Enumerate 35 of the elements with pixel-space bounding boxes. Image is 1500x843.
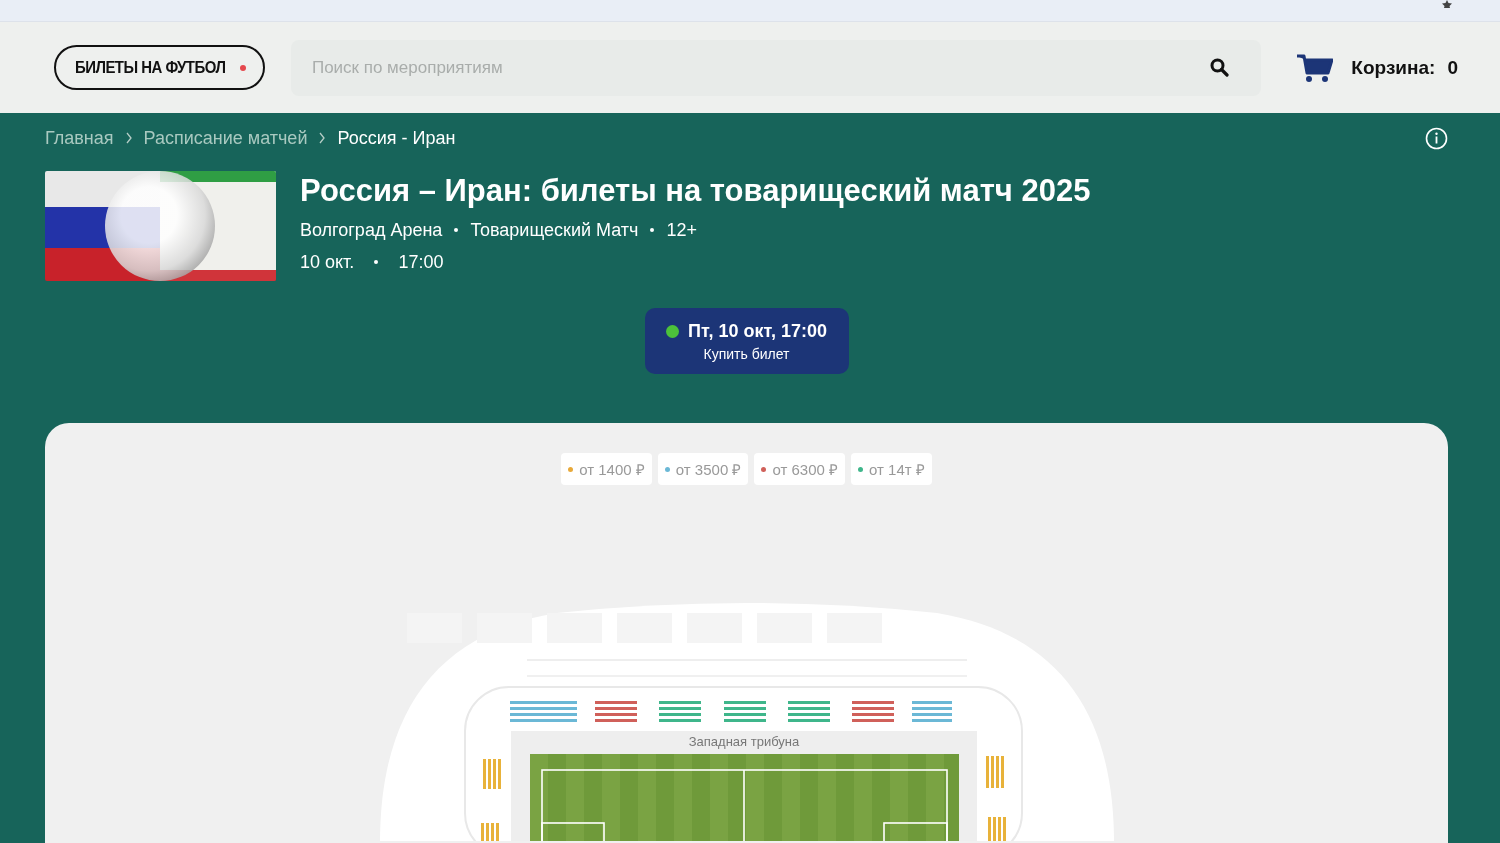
breadcrumb-link[interactable]: Расписание матчей xyxy=(143,127,308,149)
session-datetime: Пт, 10 окт, 17:00 xyxy=(688,320,827,342)
logo-text: БИЛЕТЫ НА ФУТБОЛ xyxy=(75,57,226,78)
price-filter-chip[interactable]: от 14т ₽ xyxy=(851,453,932,485)
category-text: Товарищеский Матч xyxy=(470,219,639,241)
price-filter-chip[interactable]: от 3500 ₽ xyxy=(657,453,749,485)
breadcrumb-link[interactable]: Главная xyxy=(45,127,114,149)
chevron-icon xyxy=(124,132,133,144)
buy-ticket-label: Купить билет xyxy=(703,345,790,362)
dot-icon xyxy=(239,64,246,71)
dot-separator-icon xyxy=(650,228,655,232)
price-text: от 6300 ₽ xyxy=(772,460,838,479)
buy-ticket-button[interactable]: Пт, 10 окт, 17:00 Купить билет xyxy=(644,308,849,374)
event-title: Россия – Иран: билеты на товарищеский матч 2025 xyxy=(300,172,1091,210)
stand-label: Западная трибуна xyxy=(688,734,799,749)
time-text: 17:00 xyxy=(398,251,444,273)
dot-separator-icon xyxy=(374,260,379,264)
cart-icon[interactable] xyxy=(1297,52,1334,83)
star-icon[interactable] xyxy=(1440,0,1454,8)
cart-label[interactable]: Корзина: xyxy=(1351,56,1436,79)
info-icon[interactable] xyxy=(1425,126,1448,150)
cart-count: 0 xyxy=(1447,56,1458,79)
chevron-icon xyxy=(318,132,327,144)
site-logo[interactable]: БИЛЕТЫ НА ФУТБОЛ xyxy=(54,45,265,90)
age-rating-text: 12+ xyxy=(666,219,697,241)
price-filter-chip[interactable]: от 6300 ₽ xyxy=(754,453,845,485)
date-text: 10 окт. xyxy=(300,251,355,273)
price-text: от 14т ₽ xyxy=(869,460,925,479)
price-text: от 1400 ₽ xyxy=(579,460,645,479)
search-icon[interactable] xyxy=(1210,57,1230,77)
price-text: от 3500 ₽ xyxy=(675,460,742,479)
venue-text: Волгоград Арена xyxy=(300,219,443,241)
dot-separator-icon xyxy=(454,228,459,232)
search-field[interactable]: Поиск по мероприятиям xyxy=(290,39,1262,96)
price-filter-chip[interactable]: от 1400 ₽ xyxy=(561,453,652,485)
